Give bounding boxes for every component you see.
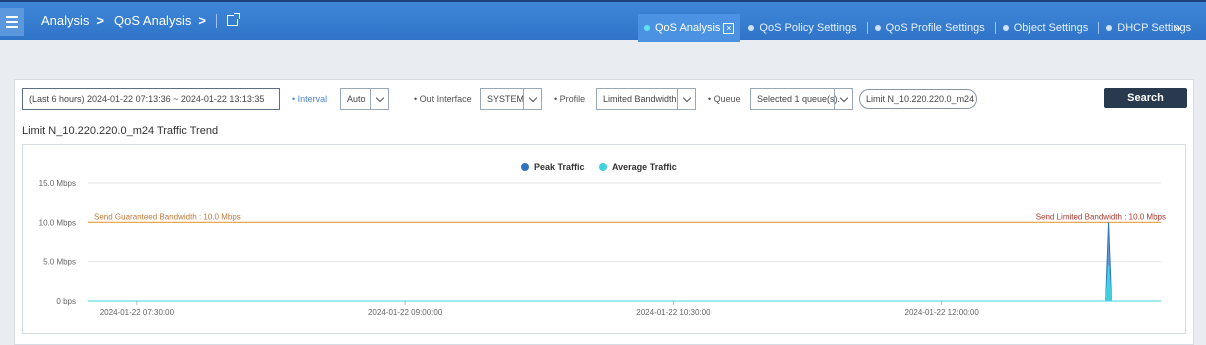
breadcrumb-qos-analysis[interactable]: QoS Analysis <box>114 13 191 28</box>
search-button[interactable]: Search <box>1104 88 1187 108</box>
chevron-down-icon <box>834 89 852 109</box>
time-range-input[interactable]: (Last 6 hours) 2024-01-22 07:13:36 ~ 202… <box>22 88 280 110</box>
guaranteed-bandwidth-label: Send Guaranteed Bandwidth : 10.0 Mbps <box>94 212 241 221</box>
legend-label-1: Average Traffic <box>612 162 677 172</box>
close-icon[interactable]: × <box>723 22 735 34</box>
chevron-right-icon: > <box>96 13 105 28</box>
more-tabs-button[interactable]: » <box>1174 21 1181 35</box>
time-range-value: (Last 6 hours) 2024-01-22 07:13:36 ~ 202… <box>29 94 265 104</box>
traffic-trend-chart: Peak Traffic Average Traffic 15.0 Mbps 10.0… <box>22 144 1186 334</box>
series-area-average-traffic <box>88 265 1161 302</box>
menu-icon[interactable] <box>0 8 24 36</box>
tab-dot-icon <box>874 25 881 31</box>
tab-label: QoS Analysis <box>655 22 721 34</box>
y-tick-label: 0 bps <box>56 297 76 306</box>
y-tick-label: 5.0 Mbps <box>43 258 76 267</box>
tab-qos-profile-settings[interactable]: QoS Profile Settings <box>866 14 995 42</box>
chevron-down-icon <box>523 89 541 109</box>
breadcrumb: Analysis > QoS Analysis > <box>41 13 240 28</box>
open-external-icon[interactable] <box>226 13 240 26</box>
tab-label: QoS Policy Settings <box>759 22 857 34</box>
queue-select[interactable]: Selected 1 queue(s). <box>750 88 853 110</box>
tab-dot-icon <box>748 25 755 31</box>
x-tick-label: 2024-01-22 12:00:00 <box>905 308 980 317</box>
queue-value: Selected 1 queue(s). <box>757 94 841 104</box>
x-tick-label: 2024-01-22 10:30:00 <box>636 308 711 317</box>
y-tick-label: 10.0 Mbps <box>39 218 76 227</box>
legend-marker-1 <box>599 163 607 171</box>
tab-qos-policy-settings[interactable]: QoS Policy Settings <box>740 14 866 42</box>
profile-select[interactable]: Limited Bandwidth <box>596 88 696 110</box>
x-tick-label: 2024-01-22 09:00:00 <box>368 308 443 317</box>
out-interface-value: SYSTEM <box>487 94 525 104</box>
chevron-down-icon <box>370 89 388 109</box>
tab-dot-icon <box>1002 25 1009 31</box>
profile-value: Limited Bandwidth <box>603 94 677 104</box>
profile-label: • Profile <box>554 94 586 104</box>
top-navigation-bar: Analysis > QoS Analysis > QoS Analysis ×… <box>0 0 1206 42</box>
y-tick-label: 15.0 Mbps <box>39 179 76 188</box>
interval-label: • Interval <box>292 94 328 104</box>
limited-bandwidth-label: Send Limited Bandwidth : 10.0 Mbps <box>1036 212 1166 221</box>
chevron-down-icon <box>677 89 695 109</box>
tab-object-settings[interactable]: Object Settings <box>994 14 1099 42</box>
tab-dhcp-settings[interactable]: DHCP Settings <box>1098 14 1201 42</box>
tab-qos-analysis[interactable]: QoS Analysis × <box>638 14 741 42</box>
legend-label-0: Peak Traffic <box>534 162 585 172</box>
queue-tag-label: Limit N_10.220.220.0_m24 <box>866 94 975 104</box>
tab-dot-icon <box>1106 25 1113 31</box>
chart-svg: Peak Traffic Average Traffic 15.0 Mbps 10.0… <box>39 162 1166 317</box>
main-panel: (Last 6 hours) 2024-01-22 07:13:36 ~ 202… <box>14 79 1194 345</box>
chart-title: Limit N_10.220.220.0_m24 Traffic Trend <box>22 125 219 137</box>
queue-tag[interactable]: Limit N_10.220.220.0_m24 <box>859 89 977 109</box>
tab-label: Object Settings <box>1013 22 1089 34</box>
tab-bar: QoS Analysis × QoS Policy Settings QoS P… <box>638 14 1201 42</box>
divider <box>215 13 217 28</box>
interval-value: Auto <box>347 94 366 104</box>
interval-select[interactable]: Auto <box>340 88 389 110</box>
tab-dot-icon <box>644 25 650 31</box>
out-interface-label: • Out Interface <box>414 94 472 104</box>
x-tick-label: 2024-01-22 07:30:00 <box>100 308 175 317</box>
legend-marker-0 <box>521 163 529 171</box>
breadcrumb-analysis[interactable]: Analysis <box>41 13 89 28</box>
queue-label: • Queue <box>708 94 741 104</box>
tab-label: QoS Profile Settings <box>885 22 985 34</box>
chevron-right-icon: > <box>198 13 206 28</box>
filter-bar: (Last 6 hours) 2024-01-22 07:13:36 ~ 202… <box>22 88 1187 110</box>
out-interface-select[interactable]: SYSTEM <box>480 88 542 110</box>
